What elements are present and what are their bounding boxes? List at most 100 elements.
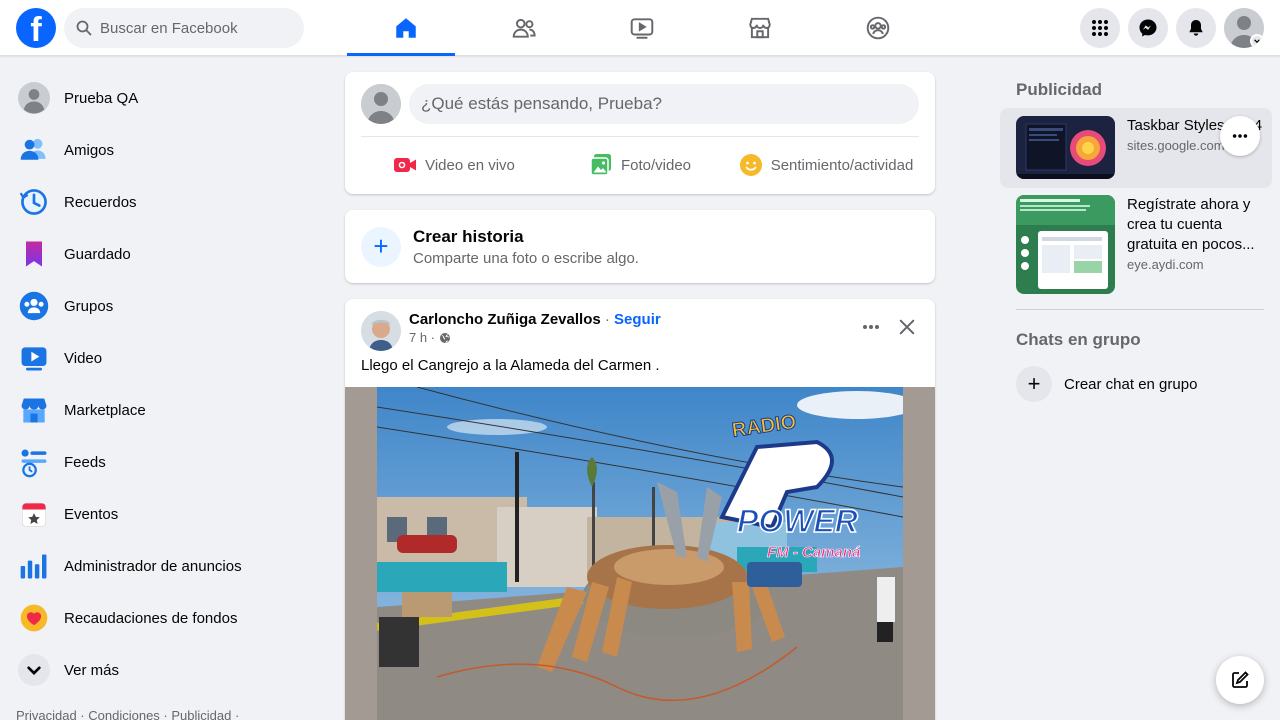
search-input[interactable] (100, 19, 290, 37)
ad-thumbnail (1016, 195, 1115, 294)
create-story-card[interactable]: + Crear historia Comparte una foto o esc… (345, 210, 935, 283)
tab-groups[interactable] (819, 0, 937, 56)
sidebar-item-label: Recaudaciones de fondos (64, 609, 238, 627)
feeds-icon (16, 444, 52, 480)
notifications-button[interactable] (1176, 8, 1216, 48)
sidebar-item-label: Video (64, 349, 103, 367)
hide-post-button[interactable] (895, 315, 919, 339)
tab-home[interactable] (347, 0, 465, 56)
left-sidebar: Prueba QA Amigos Recuerdos Guardado Grup… (8, 72, 328, 696)
post-author-name[interactable]: Carloncho Zuñiga Zevallos (409, 311, 601, 328)
sidebar-item-ads-manager[interactable]: Administrador de anuncios (8, 540, 328, 592)
facebook-logo[interactable]: f (16, 8, 56, 48)
sidebar-item-events[interactable]: Eventos (8, 488, 328, 540)
ad-item[interactable]: Regístrate ahora y crea tu cuenta gratui… (1000, 195, 1272, 295)
menu-grid-icon (1092, 20, 1108, 36)
sidebar-item-video[interactable]: Video (8, 332, 328, 384)
live-video-button[interactable]: Video en vivo (361, 153, 547, 177)
see-more-button[interactable] (16, 652, 52, 688)
sidebar-item-groups[interactable]: Grupos (8, 280, 328, 332)
more-horizontal-icon (1232, 134, 1248, 138)
post-timestamp[interactable]: 7 h · (409, 330, 435, 345)
header-actions (1080, 8, 1264, 48)
sidebar-item-feeds[interactable]: Feeds (8, 436, 328, 488)
ad-item[interactable]: Taskbar Styles 2024 sites.google.com (1000, 108, 1272, 188)
sidebar-item-label: Prueba QA (64, 89, 139, 107)
saved-icon (16, 236, 52, 272)
tab-friends[interactable] (465, 0, 583, 56)
sidebar-item-fundraisers[interactable]: Recaudaciones de fondos (8, 592, 328, 644)
friends-icon (512, 18, 536, 38)
sidebar-item-see-more[interactable]: Ver más (8, 644, 328, 696)
close-icon (899, 319, 915, 335)
svg-text:FM - Camaná: FM - Camaná (767, 544, 860, 561)
smiley-icon (739, 154, 762, 176)
feeling-activity-label: Sentimiento/actividad (770, 156, 914, 174)
sidebar-item-label: Guardado (64, 245, 131, 263)
create-story-subtitle: Comparte una foto o escribe algo. (413, 249, 639, 267)
sidebar-item-marketplace[interactable]: Marketplace (8, 384, 328, 436)
menu-button[interactable] (1080, 8, 1120, 48)
composer-input[interactable]: ¿Qué estás pensando, Prueba? (409, 84, 919, 124)
new-message-button[interactable] (1216, 656, 1264, 704)
ads-manager-icon (16, 548, 52, 584)
account-button[interactable] (1224, 8, 1264, 48)
follow-button[interactable]: Seguir (614, 311, 661, 328)
tab-marketplace[interactable] (701, 0, 819, 56)
sidebar-item-memories[interactable]: Recuerdos (8, 176, 328, 228)
footer-links[interactable]: Privacidad · Condiciones · Publicidad · (16, 708, 239, 720)
marketplace-icon (749, 17, 771, 39)
post-image[interactable]: RADIO POWER FM - Camaná (345, 387, 935, 720)
top-navigation-bar: f (0, 0, 1280, 56)
home-icon (396, 18, 416, 38)
fundraisers-icon (16, 600, 52, 636)
memories-icon (16, 184, 52, 220)
create-group-chat-button[interactable]: + Crear chat en grupo (1000, 358, 1272, 410)
sidebar-item-label: Administrador de anuncios (64, 557, 242, 575)
ad-source: eye.aydi.com (1127, 257, 1204, 272)
sidebar-item-label: Feeds (64, 453, 106, 471)
separator-dot: · (604, 311, 610, 328)
avatar[interactable] (361, 84, 401, 124)
friends-icon (16, 132, 52, 168)
sidebar-item-label: Marketplace (64, 401, 146, 419)
search-icon (76, 20, 92, 36)
ad-title: Regístrate ahora y crea tu cuenta gratui… (1127, 196, 1255, 253)
marketplace-icon (16, 392, 52, 428)
messenger-button[interactable] (1128, 8, 1168, 48)
post-text: Llego el Cangrejo a la Alameda del Carme… (361, 357, 660, 374)
create-story-title: Crear historia (413, 226, 524, 246)
feeling-activity-button[interactable]: Sentimiento/actividad (733, 153, 919, 177)
group-chats-heading: Chats en grupo (1016, 330, 1141, 349)
events-icon (16, 496, 52, 532)
groups-icon (16, 288, 52, 324)
post-composer: ¿Qué estás pensando, Prueba? Video en vi… (345, 72, 935, 194)
sidebar-item-label: Amigos (64, 141, 115, 159)
profile-avatar (16, 80, 52, 116)
sponsored-heading: Publicidad (1016, 80, 1102, 99)
notifications-icon (1189, 20, 1203, 36)
post-author-avatar[interactable] (361, 311, 401, 351)
tab-watch[interactable] (583, 0, 701, 56)
sidebar-item-friends[interactable]: Amigos (8, 124, 328, 176)
ad-options-button[interactable] (1220, 116, 1260, 156)
photo-video-button[interactable]: Foto/video (547, 153, 733, 177)
account-dropdown[interactable] (1250, 34, 1264, 48)
sidebar-item-profile[interactable]: Prueba QA (8, 72, 328, 124)
watch-icon (630, 18, 654, 39)
photo-video-label: Foto/video (620, 156, 692, 174)
chevron-down-icon (1254, 39, 1260, 44)
sidebar-item-saved[interactable]: Guardado (8, 228, 328, 280)
sidebar-item-label: Recuerdos (64, 193, 137, 211)
search-box[interactable] (64, 8, 304, 48)
create-group-chat-label: Crear chat en grupo (1064, 375, 1198, 393)
sidebar-item-label: Ver más (64, 661, 120, 679)
groups-icon (866, 16, 890, 40)
sidebar-item-label: Eventos (64, 505, 119, 523)
messenger-icon (1139, 19, 1157, 37)
news-feed: ¿Qué estás pensando, Prueba? Video en vi… (345, 72, 935, 720)
main-nav-tabs (347, 0, 937, 56)
ad-thumbnail (1016, 116, 1115, 179)
right-column: Publicidad Taskbar Styles 2024 sites.goo… (1000, 72, 1272, 410)
post-options-button[interactable] (859, 315, 883, 339)
